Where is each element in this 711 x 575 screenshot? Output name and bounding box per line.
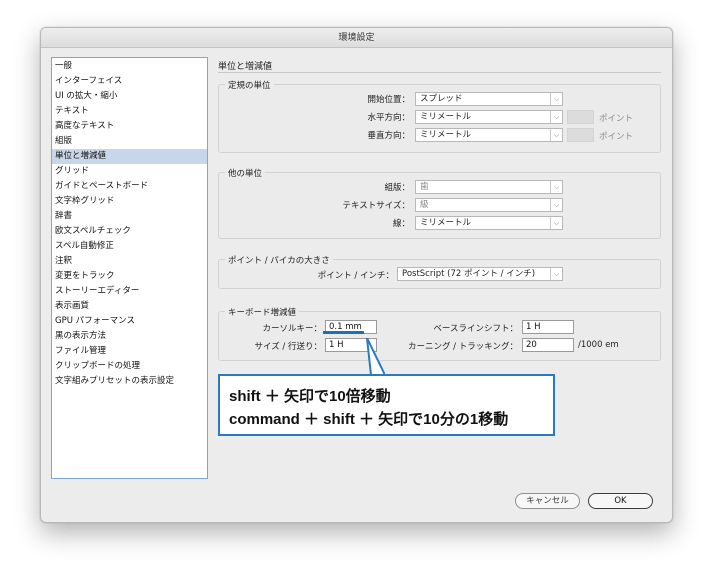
points-per-inch-value: PostScript (72 ポイント / インチ) [402, 269, 536, 279]
size-leading-label: サイズ / 行送り： [254, 342, 322, 352]
horizontal-points-field [567, 110, 594, 124]
sidebar-item-clipboard-handling[interactable]: クリップボードの処理 [52, 359, 207, 374]
chevron-down-icon: ⌵ [550, 199, 562, 211]
chevron-down-icon: ⌵ [550, 268, 562, 280]
ruler-units-title: 定規の単位 [225, 79, 274, 91]
sidebar: 一般 インターフェイス UI の拡大・縮小 テキスト 高度なテキスト 組版 単位… [51, 57, 208, 479]
sidebar-item-track-changes[interactable]: 変更をトラック [52, 269, 207, 284]
composition-value: 歯 [420, 182, 429, 192]
horizontal-unit: ポイント [599, 114, 634, 124]
kerning-unit: /1000 em [578, 340, 619, 350]
chevron-down-icon: ⌵ [550, 129, 562, 141]
vertical-unit: ポイント [599, 132, 634, 142]
sidebar-item-grids[interactable]: グリッド [52, 164, 207, 179]
stroke-value: ミリメートル [420, 218, 472, 228]
sidebar-item-appearance-of-black[interactable]: 黒の表示方法 [52, 329, 207, 344]
cursor-value-highlight [323, 331, 364, 334]
point-pica-group: ポイント / パイカの大きさ ポイント / インチ： PostScript (7… [218, 254, 661, 289]
annotation-callout: shift ＋ 矢印で10倍移動 command ＋ shift ＋ 矢印で10… [218, 374, 555, 436]
horizontal-label: 水平方向： [367, 113, 410, 123]
chevron-down-icon: ⌵ [550, 111, 562, 123]
keyboard-increments-group: キーボード増減値 カーソルキー： 0.1 mm サイズ / 行送り： 1 H ベ… [218, 306, 661, 361]
stroke-label: 線： [392, 219, 410, 229]
cursor-key-label: カーソルキー： [262, 324, 322, 334]
sidebar-item-ui-scaling[interactable]: UI の拡大・縮小 [52, 89, 207, 104]
sidebar-item-guides-pasteboard[interactable]: ガイドとペーストボード [52, 179, 207, 194]
sidebar-item-autocorrect[interactable]: スペル自動修正 [52, 239, 207, 254]
other-units-title: 他の単位 [225, 167, 266, 179]
points-per-inch-label: ポイント / インチ： [317, 271, 394, 281]
keyboard-increments-title: キーボード増減値 [225, 306, 300, 318]
section-divider [218, 72, 661, 73]
sidebar-item-dictionary[interactable]: 辞書 [52, 209, 207, 224]
horizontal-value: ミリメートル [420, 112, 472, 122]
composition-label: 組版： [384, 183, 410, 193]
baseline-shift-input[interactable]: 1 H [522, 320, 574, 334]
sidebar-item-story-editor[interactable]: ストーリーエディター [52, 284, 207, 299]
baseline-shift-label: ベースラインシフト： [433, 324, 518, 334]
ruler-units-group: 定規の単位 開始位置： スプレッド ⌵ 水平方向： ミリメートル ⌵ ポイント … [218, 79, 661, 153]
other-units-group: 他の単位 組版： 歯 ⌵ テキストサイズ： 級 ⌵ 線： ミリメートル ⌵ [218, 167, 661, 239]
points-per-inch-dropdown[interactable]: PostScript (72 ポイント / インチ) ⌵ [397, 267, 563, 281]
vertical-points-field [567, 128, 594, 142]
chevron-down-icon: ⌵ [550, 217, 562, 229]
preferences-window: 環境設定 一般 インターフェイス UI の拡大・縮小 テキスト 高度なテキスト … [40, 27, 673, 523]
sidebar-item-file-handling[interactable]: ファイル管理 [52, 344, 207, 359]
callout-line-2: command ＋ shift ＋ 矢印で10分の1移動 [229, 411, 509, 428]
window-title: 環境設定 [41, 28, 672, 48]
sidebar-item-units-increments[interactable]: 単位と増減値 [52, 149, 207, 164]
sidebar-item-mojikumi-display[interactable]: 文字組みプリセットの表示設定 [52, 374, 207, 389]
origin-value: スプレッド [420, 94, 463, 104]
callout-pointer [366, 338, 385, 378]
kerning-tracking-label: カーニング / トラッキング： [407, 342, 518, 352]
chevron-down-icon: ⌵ [550, 93, 562, 105]
sidebar-item-frame-grid[interactable]: 文字枠グリッド [52, 194, 207, 209]
text-size-dropdown[interactable]: 級 ⌵ [415, 198, 563, 212]
vertical-value: ミリメートル [420, 130, 472, 140]
horizontal-dropdown[interactable]: ミリメートル ⌵ [415, 110, 563, 124]
composition-dropdown[interactable]: 歯 ⌵ [415, 180, 563, 194]
sidebar-item-type[interactable]: テキスト [52, 104, 207, 119]
stroke-dropdown[interactable]: ミリメートル ⌵ [415, 216, 563, 230]
sidebar-item-notes[interactable]: 注釈 [52, 254, 207, 269]
sidebar-item-general[interactable]: 一般 [52, 59, 207, 74]
origin-dropdown[interactable]: スプレッド ⌵ [415, 92, 563, 106]
kerning-tracking-input[interactable]: 20 [522, 338, 574, 352]
text-size-label: テキストサイズ： [342, 201, 411, 211]
vertical-dropdown[interactable]: ミリメートル ⌵ [415, 128, 563, 142]
sidebar-item-composition[interactable]: 組版 [52, 134, 207, 149]
sidebar-item-gpu-performance[interactable]: GPU パフォーマンス [52, 314, 207, 329]
point-pica-title: ポイント / パイカの大きさ [225, 254, 333, 266]
callout-line-1: shift ＋ 矢印で10倍移動 [229, 388, 391, 405]
chevron-down-icon: ⌵ [550, 181, 562, 193]
cancel-button[interactable]: キャンセル [515, 493, 580, 509]
sidebar-item-spelling[interactable]: 欧文スペルチェック [52, 224, 207, 239]
sidebar-item-interface[interactable]: インターフェイス [52, 74, 207, 89]
vertical-label: 垂直方向： [367, 131, 410, 141]
sidebar-item-advanced-type[interactable]: 高度なテキスト [52, 119, 207, 134]
origin-label: 開始位置： [367, 95, 410, 105]
section-title: 単位と増減値 [218, 62, 273, 72]
text-size-value: 級 [420, 200, 429, 210]
ok-button[interactable]: OK [588, 493, 653, 509]
sidebar-item-display-performance[interactable]: 表示画質 [52, 299, 207, 314]
